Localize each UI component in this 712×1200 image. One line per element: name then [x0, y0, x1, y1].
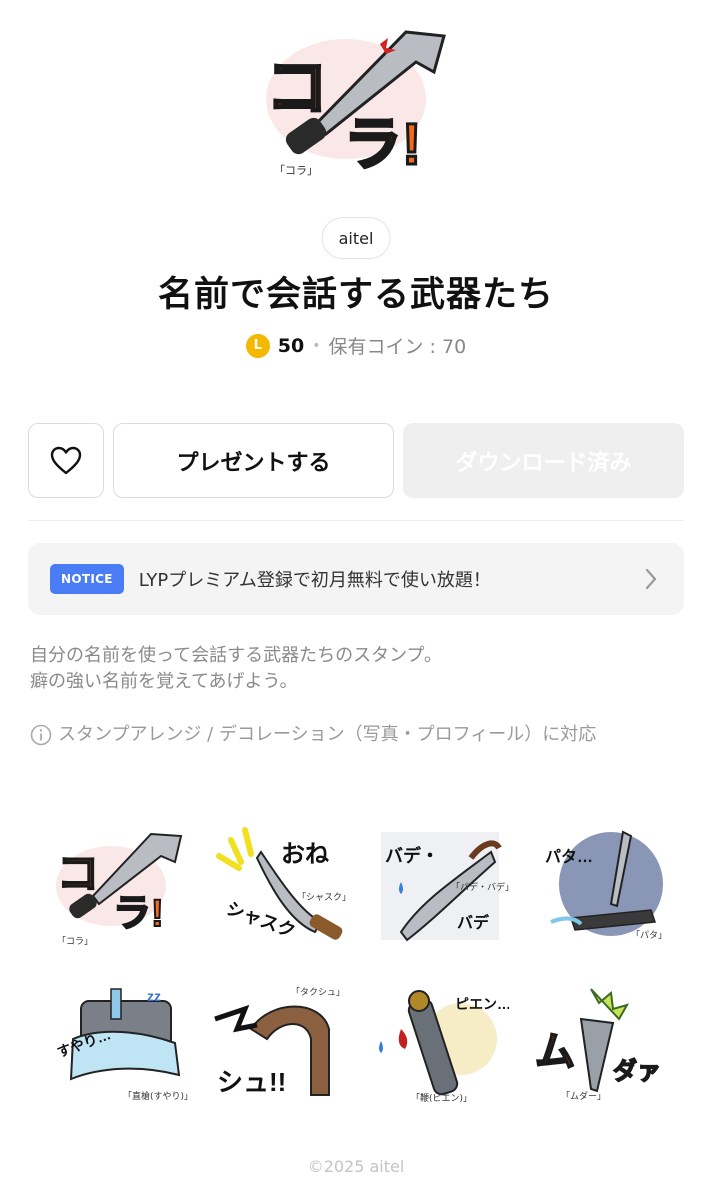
sticker-caption: 「コラ」	[57, 936, 93, 947]
description-line-2: 癖の強い名前を覚えてあげよう。	[30, 671, 298, 692]
svg-text:ダァ: ダァ	[613, 1057, 661, 1085]
sticker-image: ピエン… 「鞭(ピエン)」	[379, 989, 509, 1104]
svg-text:zz: zz	[147, 988, 161, 1004]
page-title: 名前で会話する武器たち	[157, 275, 554, 315]
svg-text:コ: コ	[266, 54, 328, 123]
divider	[28, 520, 684, 521]
sticker-item[interactable]: ム ダァ 「ムダー」	[520, 965, 680, 1120]
sticker-item[interactable]: バデ・ バデ 「バデ・バデ」	[360, 808, 520, 963]
sticker-image: コ ラ! 「コラ」	[56, 832, 183, 947]
download-button[interactable]: ダウンロード済み	[403, 423, 684, 498]
sticker-item[interactable]: パタ… 「パタ」	[520, 808, 680, 963]
sticker-caption: 「ムダー」	[561, 1090, 606, 1102]
present-button[interactable]: プレゼントする	[113, 423, 394, 498]
sticker-image: ム ダァ 「ムダー」	[534, 987, 662, 1102]
notice-text: LYPプレミアム登録で初月無料で使い放題！	[138, 570, 491, 591]
sticker-image: パタ… 「パタ」	[545, 830, 667, 941]
favorite-button[interactable]	[28, 423, 104, 498]
sticker-item[interactable]: zz すやり… 「直槍(すやり)」	[40, 965, 200, 1120]
author-name: aitel	[338, 228, 374, 248]
sticker-caption: 「直槍(すやり)」	[123, 1090, 189, 1102]
footer-copyright: ©2025 aitel	[307, 1157, 405, 1176]
author-link[interactable]: aitel	[321, 217, 391, 259]
svg-text:バデ・: バデ・	[385, 845, 439, 866]
heart-outline-icon	[50, 446, 82, 474]
notice-banner[interactable]: NOTICE LYPプレミアム登録で初月無料で使い放題！	[28, 543, 684, 615]
sticker-caption: 「タクシュ」	[291, 987, 345, 998]
notice-badge: NOTICE	[50, 564, 124, 594]
arrange-note-text: スタンプアレンジ / デコレーション（写真・プロフィール）に対応	[58, 724, 597, 745]
arrange-note: スタンプアレンジ / デコレーション（写真・プロフィール）に対応	[30, 722, 690, 748]
svg-text:ラ!: ラ!	[344, 112, 421, 177]
hero-sticker-image: コ ラ! 「コラ」	[256, 14, 456, 184]
hero-caption: 「コラ」	[274, 164, 318, 177]
svg-text:シュ!!: シュ!!	[217, 1067, 286, 1097]
sticker-item[interactable]: おね シャスク 「シャスク」	[200, 808, 360, 963]
chevron-right-icon	[645, 568, 657, 590]
sticker-image: バデ・ バデ 「バデ・バデ」	[381, 831, 509, 941]
description-line-1: 自分の名前を使って会話する武器たちのスタンプ。	[30, 645, 443, 666]
svg-text:おね: おね	[281, 841, 329, 868]
sticker-item[interactable]: ピエン… 「鞭(ピエン)」	[360, 965, 520, 1120]
sticker-image: シュ!! 「タクシュ」	[214, 987, 345, 1097]
svg-text:パタ…: パタ…	[545, 848, 593, 866]
price-value: 50	[277, 334, 305, 357]
sticker-caption: 「バデ・バデ」	[451, 881, 509, 893]
svg-text:ピエン…: ピエン…	[455, 996, 509, 1012]
coin-icon: L	[245, 333, 270, 358]
sticker-image: zz すやり… 「直槍(すやり)」	[55, 988, 189, 1102]
svg-text:ラ!: ラ!	[113, 893, 164, 935]
sticker-caption: 「パタ」	[631, 930, 667, 941]
sticker-item[interactable]: コ ラ! 「コラ」	[40, 808, 200, 963]
sticker-grid: コ ラ! 「コラ」 おね シャスク 「シャスク」 バデ・ バデ 「バデ・バデ」	[40, 808, 680, 1120]
sticker-image: おね シャスク 「シャスク」	[216, 826, 349, 941]
sticker-item[interactable]: シュ!! 「タクシュ」	[200, 965, 360, 1120]
sticker-caption: 「シャスク」	[297, 892, 349, 903]
separator-dot: •	[312, 337, 321, 354]
svg-text:ム: ム	[535, 1030, 575, 1074]
price-row: L 50 • 保有コイン : 70	[0, 332, 712, 359]
sticker-caption: 「鞭(ピエン)」	[411, 1092, 472, 1104]
svg-text:コ: コ	[57, 850, 99, 897]
description: 自分の名前を使って会話する武器たちのスタンプ。 癖の強い名前を覚えてあげよう。	[30, 643, 690, 695]
info-icon	[30, 724, 52, 746]
owned-coins: 保有コイン : 70	[328, 336, 467, 358]
svg-text:バデ: バデ	[457, 913, 490, 932]
